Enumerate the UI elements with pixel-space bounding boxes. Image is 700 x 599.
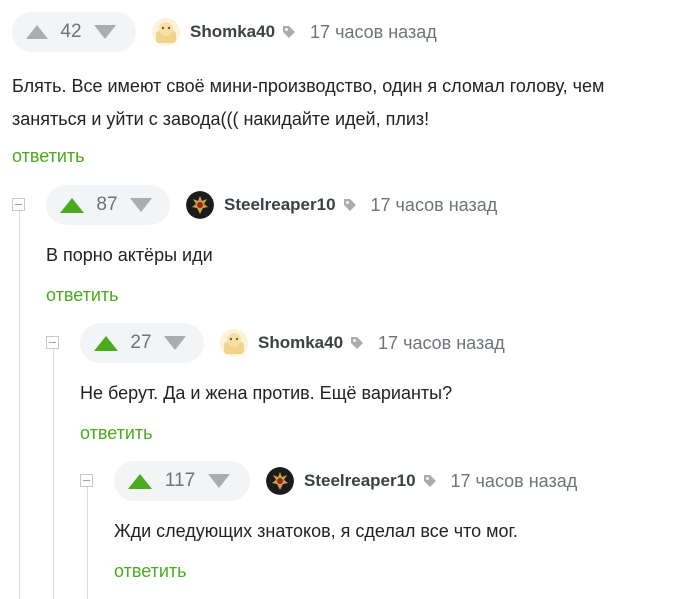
- upvote-arrow-icon[interactable]: [26, 25, 48, 39]
- timestamp: 17 часов назад: [370, 194, 498, 215]
- downvote-arrow-icon[interactable]: [130, 198, 152, 212]
- thread-line-2: [53, 348, 54, 599]
- comment-text-line: Жди следующих знатоков, я сделал все что…: [114, 521, 518, 541]
- collapse-icon[interactable]: [80, 474, 93, 487]
- timestamp: 17 часов назад: [450, 470, 578, 491]
- comment-header: 87 Steelreaper10 17 часов назад: [46, 185, 497, 225]
- tag-icon[interactable]: [343, 198, 357, 212]
- comment-text: Не берут. Да и жена против. Ещё варианты…: [80, 377, 452, 410]
- vote-control: 87: [46, 185, 170, 225]
- upvote-arrow-icon[interactable]: [60, 197, 84, 213]
- vote-control: 117: [114, 461, 250, 501]
- comment-header: 27 Shomka40 17 часов назад: [80, 323, 505, 363]
- tag-icon[interactable]: [423, 474, 437, 488]
- reply-link[interactable]: ответить: [114, 561, 187, 582]
- author-name[interactable]: Steelreaper10: [224, 195, 336, 215]
- thread-line-1: [19, 210, 20, 599]
- comment-text-line: В порно актёры иди: [46, 245, 213, 265]
- upvote-arrow-icon[interactable]: [128, 473, 152, 489]
- avatar[interactable]: [186, 191, 214, 219]
- comment-text: Жди следующих знатоков, я сделал все что…: [114, 515, 518, 548]
- rating-count: 42: [60, 21, 82, 42]
- comment-text: В порно актёры иди: [46, 239, 213, 272]
- vote-control: 27: [80, 323, 204, 363]
- downvote-arrow-icon[interactable]: [94, 25, 116, 39]
- rating-count: 117: [164, 470, 196, 491]
- tag-icon[interactable]: [282, 25, 296, 39]
- avatar[interactable]: [220, 329, 248, 357]
- comment-text: Блять. Все имеют своё мини-производство,…: [12, 70, 604, 136]
- reply-link[interactable]: ответить: [12, 146, 85, 167]
- reply-link[interactable]: ответить: [80, 423, 153, 444]
- collapse-icon[interactable]: [12, 198, 25, 211]
- author-name[interactable]: Shomka40: [190, 22, 275, 42]
- author-name[interactable]: Steelreaper10: [304, 471, 416, 491]
- comment-text-line: Блять. Все имеют своё мини-производство,…: [12, 76, 605, 96]
- comment-text-line: Не берут. Да и жена против. Ещё варианты…: [80, 383, 453, 403]
- upvote-arrow-icon[interactable]: [94, 335, 118, 351]
- thread-line-3: [87, 486, 88, 599]
- author-name[interactable]: Shomka40: [258, 333, 343, 353]
- avatar[interactable]: [152, 18, 180, 46]
- downvote-arrow-icon[interactable]: [208, 474, 230, 488]
- rating-count: 27: [130, 332, 152, 353]
- comment-text-line: заняться и уйти с завода((( накидайте ид…: [12, 109, 430, 129]
- timestamp: 17 часов назад: [378, 332, 505, 353]
- timestamp: 17 часов назад: [310, 21, 437, 42]
- avatar[interactable]: [266, 467, 294, 495]
- comment-header: 42 Shomka40 17 часов назад: [12, 12, 437, 52]
- collapse-icon[interactable]: [46, 336, 59, 349]
- comment-header: 117 Steelreaper10 17 часов назад: [114, 461, 577, 501]
- downvote-arrow-icon[interactable]: [164, 336, 186, 350]
- reply-link[interactable]: ответить: [46, 285, 119, 306]
- rating-count: 87: [96, 194, 118, 215]
- vote-control: 42: [12, 12, 136, 52]
- tag-icon[interactable]: [350, 336, 364, 350]
